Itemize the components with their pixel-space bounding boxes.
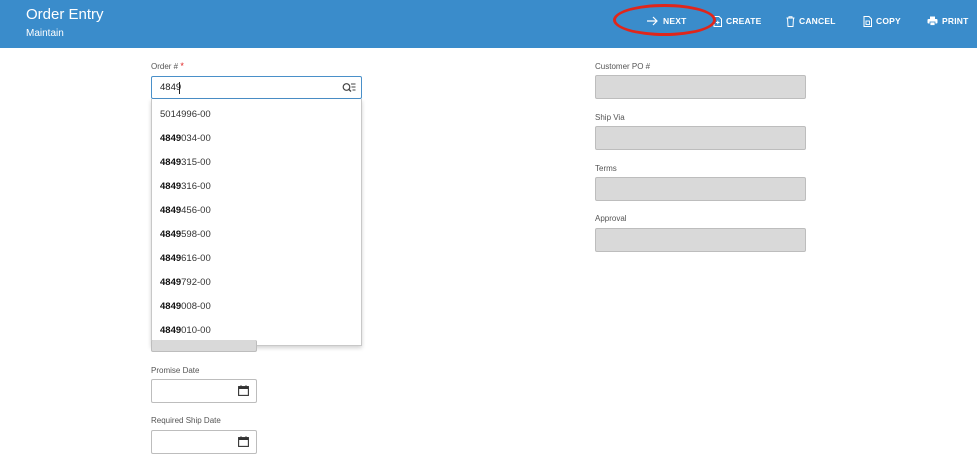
promise-date-label: Promise Date (151, 366, 200, 375)
terms-label: Terms (595, 164, 617, 173)
page-title: Order Entry (26, 6, 104, 23)
arrow-right-icon (647, 16, 658, 26)
trash-icon (786, 15, 795, 27)
print-button[interactable]: PRINT (927, 14, 969, 28)
order-number-label-text: Order # (151, 62, 179, 71)
customer-po-label: Customer PO # (595, 62, 651, 71)
order-number-value: 4849 (160, 82, 182, 93)
copy-button-label: COPY (876, 16, 901, 26)
required-ship-date-label: Required Ship Date (151, 416, 221, 425)
list-item[interactable]: 4849616-00 (160, 253, 211, 264)
create-button[interactable]: CREATE (713, 14, 762, 28)
order-suggestions-dropdown: 5014996-00 4849034-00 4849315-00 4849316… (151, 99, 362, 346)
list-item[interactable]: 4849792-00 (160, 277, 211, 288)
approval-label: Approval (595, 214, 627, 223)
next-button-label: NEXT (663, 16, 687, 26)
ship-via-input[interactable] (595, 126, 806, 150)
calendar-icon[interactable] (238, 385, 249, 396)
copy-icon (863, 15, 872, 27)
calendar-icon[interactable] (238, 436, 249, 447)
list-item[interactable]: 4849010-00 (160, 325, 211, 336)
order-number-input[interactable]: 4849 (151, 76, 362, 99)
required-ship-date-input[interactable] (151, 430, 257, 454)
page-subtitle: Maintain (26, 28, 64, 39)
list-item[interactable]: 4849315-00 (160, 157, 211, 168)
search-list-icon[interactable] (342, 82, 356, 94)
printer-icon (927, 16, 938, 26)
list-item[interactable]: 4849316-00 (160, 181, 211, 192)
ship-via-label: Ship Via (595, 113, 625, 122)
print-button-label: PRINT (942, 16, 969, 26)
required-indicator: * (180, 61, 184, 71)
document-add-icon (713, 15, 722, 27)
list-item[interactable]: 5014996-00 (160, 109, 211, 120)
list-item[interactable]: 4849456-00 (160, 205, 211, 216)
next-button[interactable]: NEXT (647, 14, 686, 28)
app-header: Order Entry Maintain NEXT CREATE CANCEL … (0, 0, 977, 48)
cancel-button[interactable]: CANCEL (786, 14, 836, 28)
text-cursor (179, 82, 180, 94)
promise-date-input[interactable] (151, 379, 257, 403)
list-item[interactable]: 4849598-00 (160, 229, 211, 240)
list-item[interactable]: 4849008-00 (160, 301, 211, 312)
customer-po-input[interactable] (595, 75, 806, 99)
terms-input[interactable] (595, 177, 806, 201)
cancel-button-label: CANCEL (799, 16, 836, 26)
list-item[interactable]: 4849034-00 (160, 133, 211, 144)
hidden-field-input[interactable] (151, 340, 257, 352)
copy-button[interactable]: COPY (863, 14, 901, 28)
approval-input[interactable] (595, 228, 806, 252)
create-button-label: CREATE (726, 16, 762, 26)
order-number-label: Order # * (151, 61, 184, 71)
